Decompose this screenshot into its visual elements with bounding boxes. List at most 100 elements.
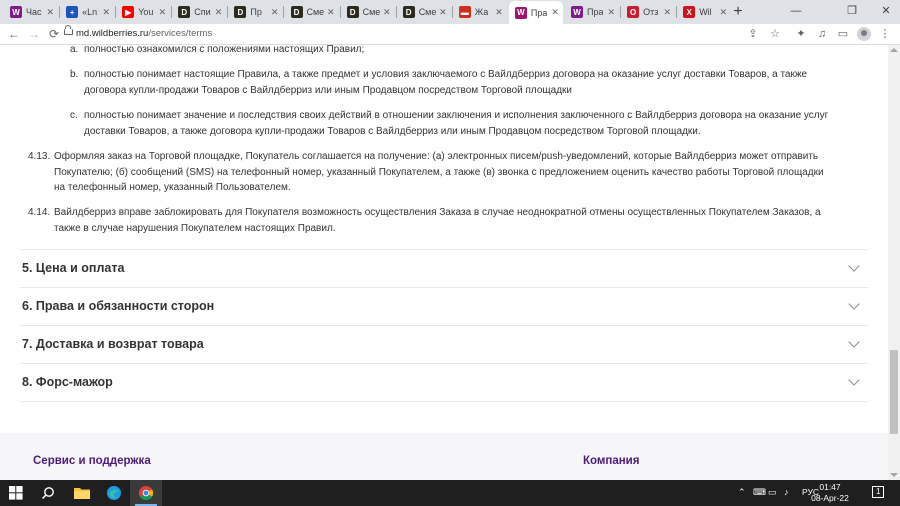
d-icon: D (346, 6, 359, 18)
browser-tab[interactable]: + «Ln ✕ (60, 2, 114, 22)
taskbar-clock[interactable]: 01:47 08-Apr-22 (806, 482, 854, 504)
tab-close-icon[interactable]: ✕ (607, 7, 615, 18)
tab-close-icon[interactable]: ✕ (664, 7, 672, 18)
close-window-button[interactable]: ✕ (876, 3, 896, 19)
tab-title: Сме (362, 7, 381, 17)
forward-button[interactable]: → (26, 26, 42, 42)
edge-browser-button[interactable] (98, 480, 130, 506)
tab-close-icon[interactable]: ✕ (720, 7, 728, 18)
profile-avatar[interactable] (857, 27, 871, 41)
d-icon: D (178, 6, 191, 18)
address-bar[interactable]: md.wildberries.ru/services/terms (76, 27, 212, 41)
list-item-text: полностью понимает настоящие Правила, а … (84, 69, 808, 80)
touch-keyboard-icon[interactable]: ⌨ (753, 486, 766, 498)
notifications-icon[interactable]: 1 (872, 486, 884, 498)
clock-time: 01:47 (819, 482, 841, 492)
youtube-icon: ▶ (122, 6, 135, 18)
paragraph-number: 4.13. (28, 151, 51, 162)
tab-title: Сме (306, 7, 325, 17)
scrollbar-thumb[interactable] (890, 350, 898, 434)
d-icon: D (234, 6, 247, 18)
extensions-puzzle-icon[interactable]: ✦ (794, 26, 808, 42)
tab-title: «Ln (82, 7, 98, 17)
chevron-down-icon (848, 298, 860, 310)
plus-circle-icon: + (66, 6, 79, 18)
section-divider (20, 401, 868, 402)
tab-title: Wil (699, 7, 712, 17)
paragraph-text: на телефонный номер, указанный Пользоват… (54, 182, 291, 193)
paragraph-text: также в случае нарушения Покупателем нас… (54, 222, 336, 234)
back-button[interactable]: ← (6, 26, 22, 42)
browser-toolbar: ← → ⟳ md.wildberries.ru/services/terms ⇪… (0, 24, 900, 45)
accordion-section-5[interactable]: 5. Цена и оплата (20, 250, 868, 287)
chevron-down-icon (848, 374, 860, 386)
tab-close-icon[interactable]: ✕ (46, 7, 54, 18)
paragraph-text: Вайлдберриз вправе заблокировать для Пок… (54, 207, 821, 218)
d-icon: D (402, 6, 415, 18)
browser-tab[interactable]: ▶ You ✕ (116, 2, 170, 22)
side-panel-icon[interactable]: ▭ (836, 26, 850, 42)
new-tab-button[interactable]: + (730, 3, 746, 21)
list-marker: c. (70, 110, 78, 121)
footer-heading-company[interactable]: Компания (583, 455, 639, 467)
scroll-up-arrow-icon[interactable] (890, 48, 898, 52)
browser-tab[interactable]: X Wil ✕ (677, 2, 731, 22)
browser-tab[interactable]: D Пр ✕ (228, 2, 282, 22)
accordion-section-7[interactable]: 7. Доставка и возврат товара (20, 326, 868, 363)
browser-tab[interactable]: W Пра ✕ (565, 2, 619, 22)
tab-close-icon[interactable]: ✕ (159, 7, 167, 18)
paragraph-4-14: 4.14. Вайлдберриз вправе заблокировать д… (28, 205, 821, 236)
browser-tab[interactable]: W Пра ✕ (508, 1, 563, 24)
scroll-down-arrow-icon[interactable] (890, 473, 898, 477)
chrome-browser-button[interactable] (130, 480, 162, 506)
list-item-text: договора купли-продажи Товаров с Вайлдбе… (84, 84, 572, 96)
network-icon[interactable]: ▭ (768, 486, 777, 498)
share-icon[interactable]: ⇪ (746, 26, 760, 42)
accordion-title: 7. Доставка и возврат товара (22, 337, 204, 351)
tab-title: Пр (250, 7, 262, 17)
wildberries-icon: W (514, 6, 527, 19)
chevron-down-icon (848, 336, 860, 348)
browser-tab[interactable]: D Сме ✕ (285, 2, 339, 22)
folder-icon (74, 488, 90, 499)
browser-tab[interactable]: D Сме ✕ (397, 2, 451, 22)
tab-close-icon[interactable]: ✕ (551, 7, 559, 18)
media-control-icon[interactable]: ♫ (815, 26, 829, 42)
tab-close-icon[interactable]: ✕ (495, 7, 503, 18)
browser-tab[interactable]: D Сме ✕ (341, 2, 395, 22)
reload-button[interactable]: ⟳ (46, 26, 62, 42)
tab-close-icon[interactable]: ✕ (271, 7, 279, 18)
accordion-title: 5. Цена и оплата (22, 261, 125, 275)
search-button[interactable] (32, 480, 64, 506)
bookmark-star-icon[interactable]: ☆ (768, 26, 782, 42)
footer-heading-service[interactable]: Сервис и поддержка (33, 455, 151, 467)
list-item-text: полностью понимает значение и последстви… (84, 110, 829, 121)
tab-strip: W Час ✕ + «Ln ✕ ▶ You ✕ D Спи ✕ D Пр ✕ D Сме ✕ D Сме ✕ D Сме ✕ ▬… (0, 0, 900, 24)
accordion-title: 6. Права и обязанности сторон (22, 299, 215, 313)
accordion-section-8[interactable]: 8. Форс-мажор (20, 364, 868, 401)
lock-icon[interactable] (64, 25, 73, 35)
tab-close-icon[interactable]: ✕ (383, 7, 391, 18)
start-button[interactable] (0, 480, 32, 506)
tray-overflow-chevron-icon[interactable]: ⌃ (738, 486, 746, 498)
tab-close-icon[interactable]: ✕ (439, 7, 447, 18)
search-icon (41, 487, 54, 500)
browser-tab[interactable]: D Спи ✕ (172, 2, 226, 22)
tab-title: Час (26, 7, 42, 17)
url-host: md.wildberries.ru (76, 28, 149, 39)
restore-button[interactable]: ❐ (842, 3, 862, 19)
volume-icon[interactable]: ♪ (784, 486, 789, 498)
file-explorer-button[interactable] (66, 480, 98, 506)
browser-tab[interactable]: ▬ Жа ✕ (453, 2, 507, 22)
browser-tab[interactable]: W Час ✕ (4, 2, 58, 22)
menu-kebab-icon[interactable]: ⋮ (878, 26, 892, 42)
tab-close-icon[interactable]: ✕ (327, 7, 335, 18)
minimize-button[interactable]: — (786, 3, 806, 19)
tab-title: Жа (474, 7, 489, 17)
vertical-scrollbar[interactable] (888, 45, 900, 480)
tab-close-icon[interactable]: ✕ (103, 7, 111, 18)
browser-tab[interactable]: O Отз ✕ (621, 2, 675, 22)
tab-close-icon[interactable]: ✕ (215, 7, 223, 18)
edge-icon (107, 486, 121, 500)
accordion-section-6[interactable]: 6. Права и обязанности сторон (20, 288, 868, 325)
